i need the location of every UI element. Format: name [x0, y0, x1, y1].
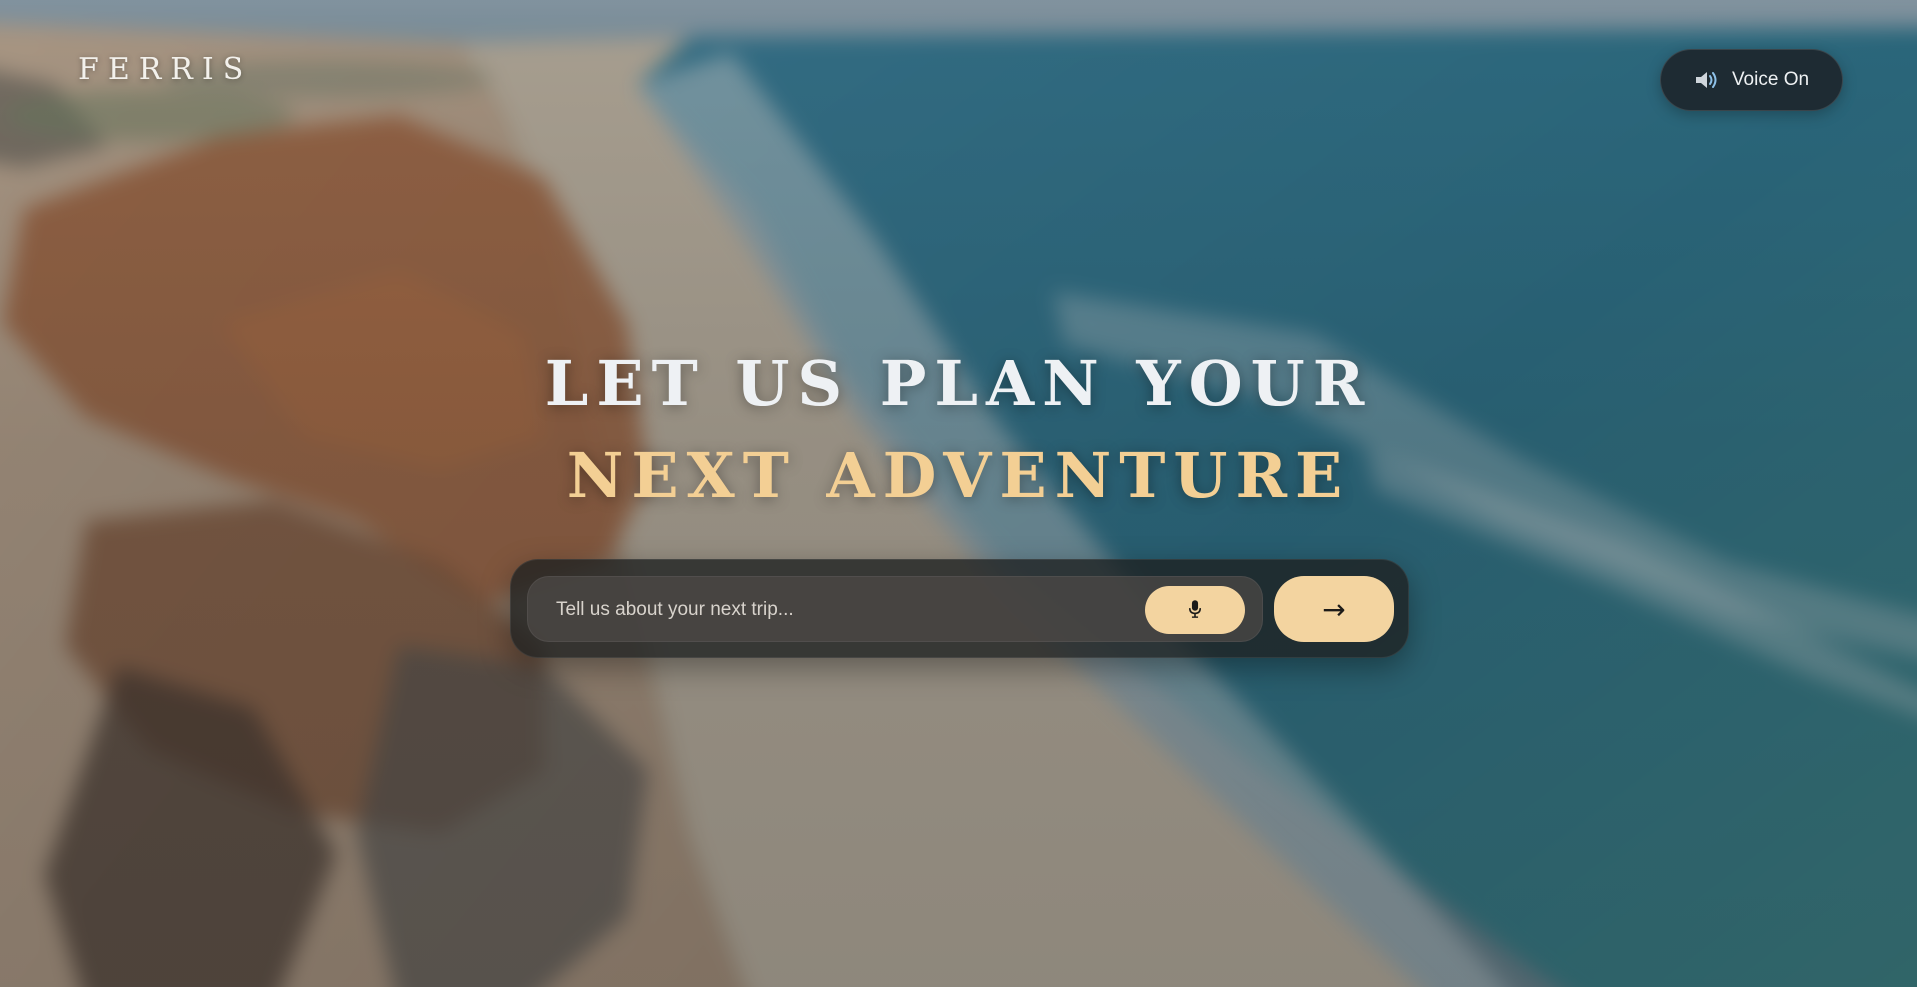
speaker-icon	[1694, 69, 1718, 91]
hero-heading: LET US PLAN YOUR NEXT ADVENTURE	[0, 338, 1917, 522]
voice-toggle-label: Voice On	[1731, 69, 1810, 90]
hero-heading-line2: NEXT ADVENTURE	[566, 439, 1351, 512]
microphone-button[interactable]	[1145, 586, 1245, 634]
voice-toggle-button[interactable]: Voice On	[1660, 49, 1843, 111]
trip-input-container	[527, 576, 1263, 643]
trip-input[interactable]	[542, 577, 1142, 643]
hero-heading-line1: LET US PLAN YOUR	[544, 347, 1373, 420]
submit-button[interactable]: →	[1274, 576, 1394, 642]
microphone-icon	[1188, 599, 1202, 622]
trip-composer: →	[510, 559, 1409, 658]
brand-logo[interactable]: FERRIS	[78, 52, 252, 87]
